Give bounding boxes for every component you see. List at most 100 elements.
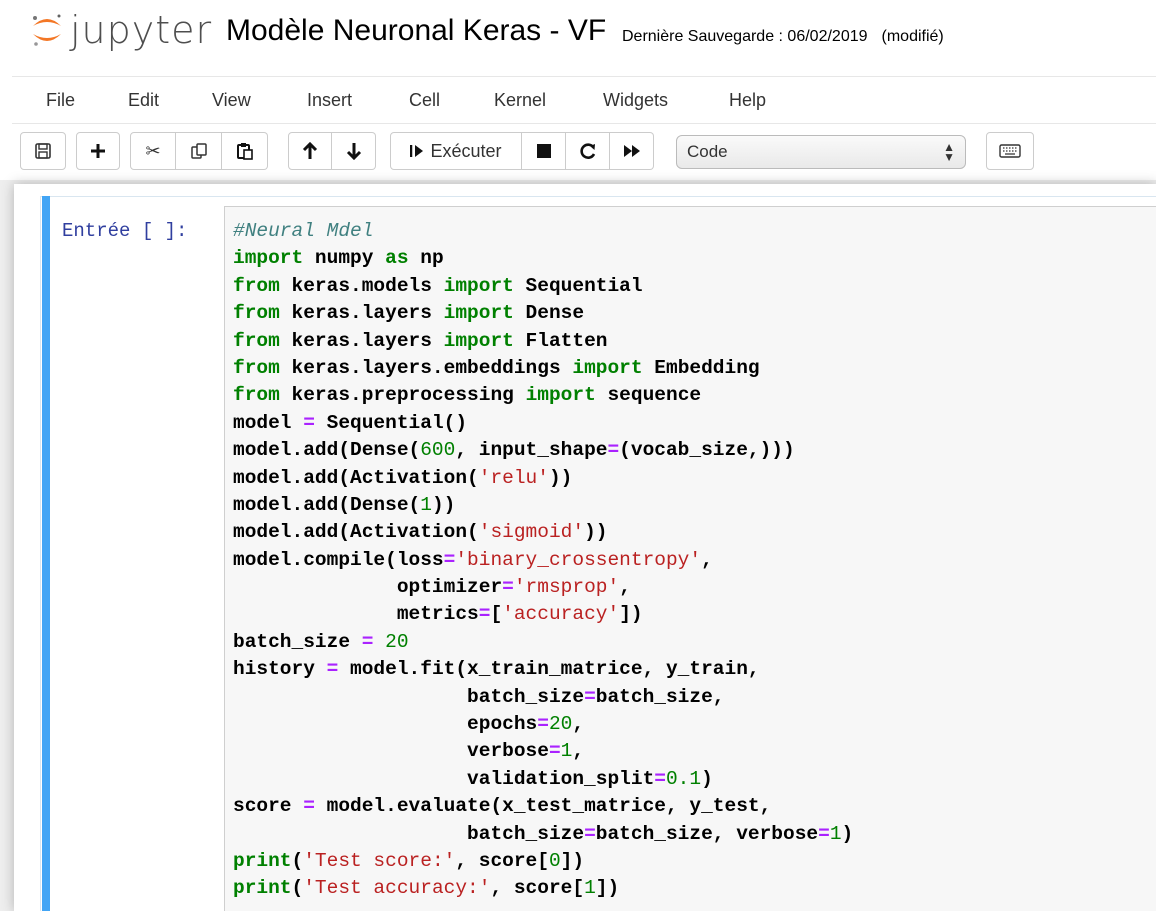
code-token-str: 'relu' bbox=[478, 466, 549, 489]
code-token-plain: , bbox=[572, 713, 585, 736]
insert-cell-button[interactable] bbox=[76, 132, 120, 170]
last-saved-label: Dernière Sauvegarde : 06/02/2019 bbox=[622, 28, 868, 45]
code-line: batch_size=batch_size, verbose=1) bbox=[233, 821, 853, 848]
code-line: import numpy as np bbox=[233, 245, 853, 272]
move-up-button[interactable] bbox=[288, 132, 332, 170]
code-token-op: = bbox=[361, 630, 374, 653]
code-token-num: 0.1 bbox=[665, 767, 702, 790]
save-icon bbox=[35, 143, 51, 159]
code-line: optimizer='rmsprop', bbox=[233, 574, 853, 601]
copy-icon bbox=[190, 143, 207, 159]
code-token-plain: keras.layers bbox=[279, 302, 444, 325]
code-token-kw: import bbox=[443, 274, 514, 297]
code-token-plain: ]) bbox=[560, 849, 585, 872]
code-line: metrics=['accuracy']) bbox=[233, 601, 853, 628]
code-token-num: 1 bbox=[829, 822, 842, 845]
code-token-str: 'Test score:' bbox=[303, 849, 456, 872]
code-token-op: = bbox=[584, 822, 596, 845]
code-token-plain: epochs bbox=[233, 713, 538, 736]
code-line: from keras.models import Sequential bbox=[233, 273, 853, 300]
code-line: model.compile(loss='binary_crossentropy'… bbox=[233, 547, 853, 574]
code-token-plain: , bbox=[619, 576, 631, 599]
code-token-plain: , input_shape bbox=[455, 439, 608, 462]
command-palette-button[interactable] bbox=[986, 132, 1034, 170]
code-token-plain: ) bbox=[841, 822, 854, 845]
code-token-kw: print bbox=[233, 877, 292, 900]
code-token-plain: batch_size bbox=[233, 630, 362, 653]
restart-button[interactable] bbox=[566, 132, 610, 170]
code-token-op: = bbox=[443, 548, 456, 571]
move-group bbox=[288, 132, 376, 170]
code-token-plain: model bbox=[233, 411, 304, 434]
code-token-plain: , score[ bbox=[455, 849, 549, 872]
code-token-cm: #Neural Mdel bbox=[233, 220, 374, 242]
logo-text[interactable]: jupyter bbox=[70, 8, 212, 52]
copy-button[interactable] bbox=[176, 132, 222, 170]
menu-file[interactable]: File bbox=[46, 90, 75, 111]
code-line: history = model.fit(x_train_matrice, y_t… bbox=[233, 656, 853, 683]
code-token-num: 20 bbox=[385, 630, 409, 653]
code-token-num: 1 bbox=[420, 493, 432, 516]
menu-edit[interactable]: Edit bbox=[128, 90, 159, 111]
move-down-button[interactable] bbox=[332, 132, 376, 170]
code-token-kw: import bbox=[525, 384, 596, 407]
cell-type-select[interactable]: Code ▲ ▼ bbox=[676, 135, 966, 169]
menu-insert[interactable]: Insert bbox=[307, 90, 352, 111]
cut-button[interactable]: ✂ bbox=[130, 132, 176, 170]
notebook-name[interactable]: Modèle Neuronal Keras - VF bbox=[226, 14, 606, 48]
run-label: Exécuter bbox=[430, 140, 502, 161]
code-token-plain: model.add(Dense( bbox=[233, 439, 421, 462]
cell-type-value: Code bbox=[687, 142, 728, 161]
menu-view[interactable]: View bbox=[212, 90, 251, 111]
code-token-plain: validation_split bbox=[233, 767, 655, 790]
code-token-kw: from bbox=[233, 384, 280, 407]
code-token-kw: import bbox=[443, 302, 514, 325]
code-token-plain: Dense bbox=[513, 302, 585, 325]
code-line: model.add(Dense(600, input_shape=(vocab_… bbox=[233, 437, 853, 464]
code-token-plain: Sequential bbox=[513, 274, 643, 297]
menu-help[interactable]: Help bbox=[729, 90, 766, 111]
code-token-plain: ]) bbox=[595, 877, 620, 900]
code-token-plain: model.fit(x_train_matrice, y_train, bbox=[338, 658, 760, 681]
code-token-kw: import bbox=[443, 329, 514, 352]
code-token-kw: print bbox=[233, 849, 292, 872]
code-token-plain: , bbox=[701, 548, 713, 571]
code-token-kw: import bbox=[572, 356, 643, 379]
code-token-plain: batch_size, verbose bbox=[595, 822, 819, 845]
save-status: (modifié) bbox=[881, 28, 944, 45]
code-line: from keras.layers import Dense bbox=[233, 300, 853, 327]
save-button[interactable] bbox=[20, 132, 66, 170]
code-token-op: = bbox=[584, 685, 596, 708]
toolbar: ✂ Exécuter Code ▲ ▼ bbox=[0, 132, 1156, 172]
header: jupyter Modèle Neuronal Keras - VF Derni… bbox=[0, 0, 1156, 74]
code-token-op: = bbox=[818, 822, 830, 845]
paste-button[interactable] bbox=[222, 132, 268, 170]
code-content[interactable]: #Neural Mdel import numpy as np from keras… bbox=[233, 218, 853, 903]
jupyter-logo-icon[interactable] bbox=[30, 10, 64, 50]
code-token-plain: np bbox=[408, 247, 444, 270]
interrupt-button[interactable] bbox=[522, 132, 566, 170]
code-token-plain: history bbox=[233, 658, 327, 681]
code-token-plain: model.evaluate(x_test_matrice, y_test, bbox=[314, 795, 772, 818]
code-line: model.add(Activation('sigmoid')) bbox=[233, 519, 853, 546]
run-button[interactable]: Exécuter bbox=[390, 132, 522, 170]
menu-cell[interactable]: Cell bbox=[409, 90, 440, 111]
code-token-op: = bbox=[654, 767, 666, 790]
code-token-plain: ( bbox=[291, 877, 304, 900]
save-info: Dernière Sauvegarde : 06/02/2019 (modifié… bbox=[622, 28, 958, 46]
code-token-op: = bbox=[502, 576, 514, 599]
code-token-num: 1 bbox=[584, 877, 596, 900]
code-token-kw: from bbox=[233, 302, 280, 325]
code-token-plain: sequence bbox=[595, 384, 702, 407]
menu-widgets[interactable]: Widgets bbox=[603, 90, 668, 111]
code-line: print('Test accuracy:', score[1]) bbox=[233, 875, 853, 902]
restart-icon bbox=[579, 143, 595, 159]
code-line: verbose=1, bbox=[233, 738, 853, 765]
menu-kernel[interactable]: Kernel bbox=[494, 90, 546, 111]
code-token-plain: batch_size bbox=[233, 822, 585, 845]
code-line: batch_size = 20 bbox=[233, 629, 853, 656]
restart-run-all-button[interactable] bbox=[610, 132, 654, 170]
code-line: model.add(Dense(1)) bbox=[233, 492, 853, 519]
code-line: print('Test score:', score[0]) bbox=[233, 848, 853, 875]
